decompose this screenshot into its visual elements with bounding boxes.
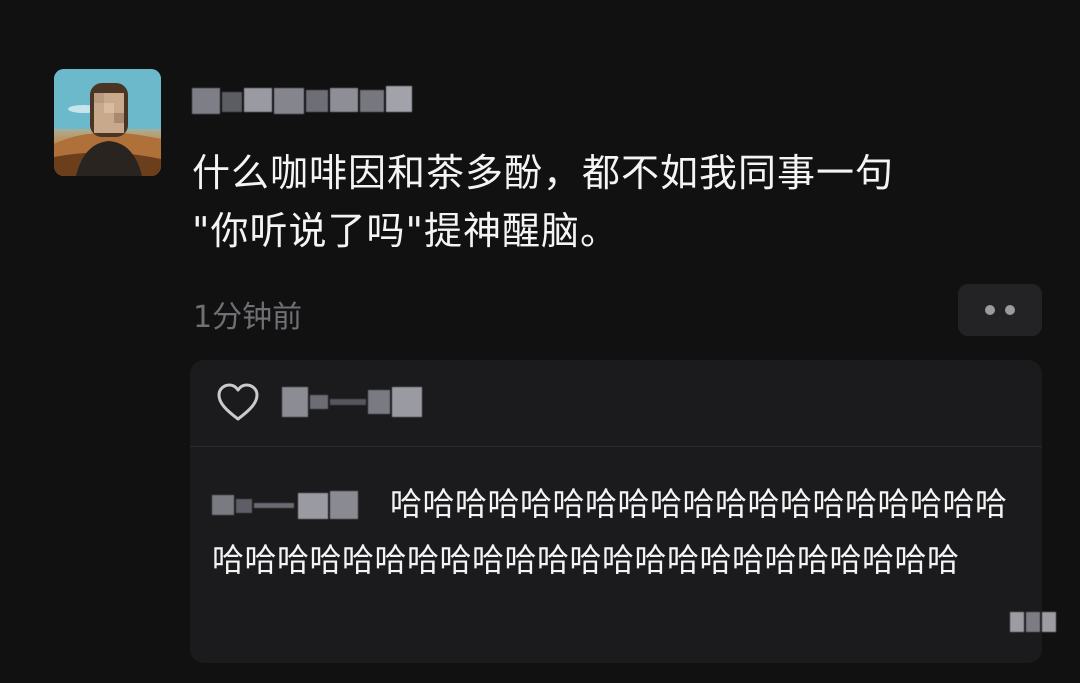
heart-icon[interactable] [216, 382, 260, 422]
username-redacted[interactable] [192, 84, 422, 116]
post-text: 什么咖啡因和茶多酚，都不如我同事一句 "你听说了吗"提神醒脑。 [192, 151, 895, 253]
comment-line: 哈哈哈哈哈哈哈哈哈哈哈哈哈哈哈哈哈哈哈哈哈哈哈哈哈哈哈哈哈哈哈哈哈哈哈哈哈哈哈哈… [212, 476, 1032, 588]
commenter-redacted[interactable] [212, 487, 372, 521]
avatar-image [54, 69, 161, 176]
watermark-redacted [1010, 612, 1056, 636]
more-dots-icon[interactable] [958, 284, 1042, 336]
user-avatar-icon[interactable] [54, 69, 161, 176]
post-timestamp: 1分钟前 [193, 300, 303, 335]
moment-post: 什么咖啡因和茶多酚，都不如我同事一句 "你听说了吗"提神醒脑。 1分钟前 哈哈哈… [0, 0, 1080, 683]
comment-panel: 哈哈哈哈哈哈哈哈哈哈哈哈哈哈哈哈哈哈哈哈哈哈哈哈哈哈哈哈哈哈哈哈哈哈哈哈哈哈哈哈… [190, 360, 1042, 663]
dot [985, 305, 995, 315]
likers-redacted[interactable] [282, 384, 442, 420]
likes-row [190, 360, 1042, 447]
dot [1005, 305, 1015, 315]
